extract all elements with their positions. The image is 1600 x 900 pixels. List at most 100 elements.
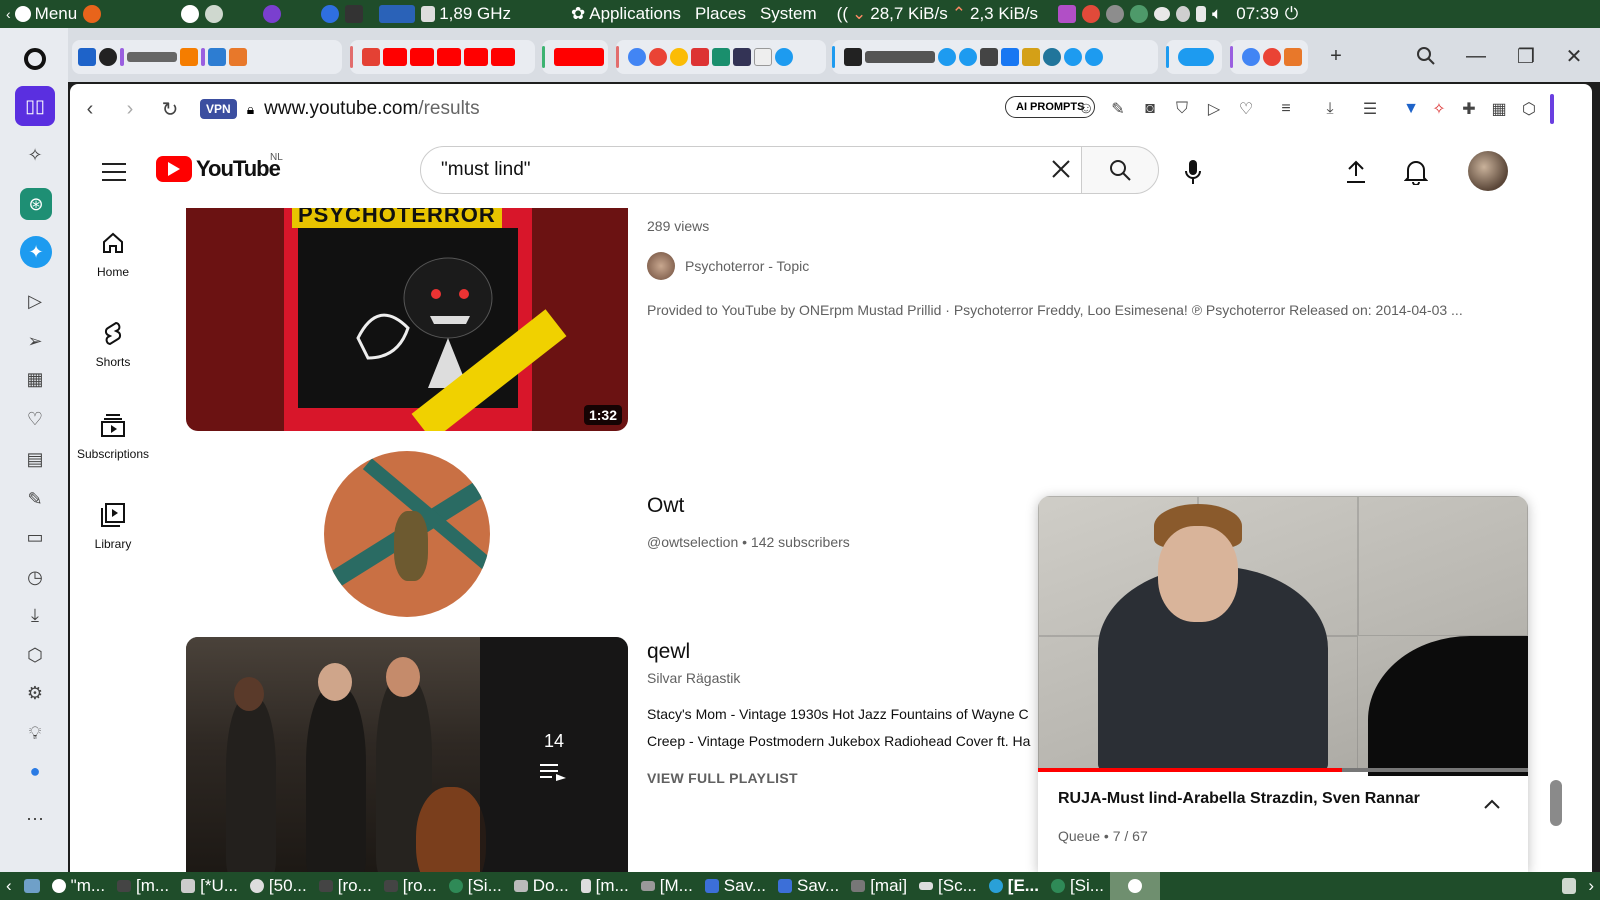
ai-aria-icon[interactable]: ✧ <box>20 140 50 170</box>
vpn-badge[interactable]: VPN <box>200 99 237 119</box>
guide-library[interactable]: Library <box>70 502 156 551</box>
system-menu[interactable]: System <box>760 4 817 24</box>
workspaces-icon[interactable]: ▯▯ <box>15 86 55 126</box>
browser-tab-group-1[interactable] <box>72 40 342 74</box>
browser-tab-group-youtube[interactable] <box>350 40 535 74</box>
places-menu[interactable]: Places <box>695 4 746 24</box>
close-window-button[interactable]: ✕ <box>1558 40 1590 72</box>
taskbar-active-opera[interactable] <box>1109 872 1160 900</box>
forward-button[interactable]: › <box>110 89 150 129</box>
guide-home[interactable]: Home <box>70 230 156 279</box>
wifi-icon[interactable] <box>1154 7 1171 21</box>
extensions-cube-icon[interactable]: ⬡ <box>20 640 50 670</box>
opera-logo-icon[interactable] <box>20 44 50 74</box>
emoji-icon[interactable]: ☺ <box>1075 98 1097 120</box>
bell-icon[interactable] <box>1176 6 1191 22</box>
podcast-icon[interactable] <box>263 5 282 23</box>
easy-setup-icon[interactable]: ☰ <box>1359 98 1381 120</box>
player-icon[interactable]: ▷ <box>20 286 50 316</box>
menu-button[interactable]: ‹ Menu <box>6 4 77 24</box>
heart-icon[interactable]: ♡ <box>1235 98 1257 120</box>
accessibility-icon[interactable] <box>181 5 200 23</box>
send-icon[interactable]: ➢ <box>20 326 50 356</box>
taskbar-item[interactable]: "m... <box>46 872 111 900</box>
vivaldi-ext-icon[interactable]: ▼ <box>1400 98 1422 120</box>
url-field[interactable]: www.youtube.com/results <box>264 98 479 120</box>
terminal-icon[interactable] <box>345 5 364 23</box>
taskbar-item[interactable]: [M... <box>635 872 699 900</box>
twitter-sidebar-icon[interactable]: ✦ <box>20 236 52 268</box>
downloads-icon[interactable]: ⤓ <box>20 600 50 630</box>
youtube-logo[interactable]: YouTube <box>156 156 281 182</box>
account-avatar[interactable] <box>1468 151 1508 191</box>
tips-bulb-icon[interactable]: 💡︎ <box>20 718 50 748</box>
guide-subscriptions[interactable]: Subscriptions <box>70 412 156 461</box>
miniplayer-video[interactable] <box>1038 496 1528 776</box>
tray-app-icon[interactable] <box>1106 5 1125 23</box>
taskbar-scroll-right[interactable]: › <box>1582 872 1600 900</box>
minimize-button[interactable]: — <box>1460 40 1492 72</box>
cube-ext-icon[interactable]: ⬡ <box>1518 98 1540 120</box>
playlist-icon[interactable]: ≡ <box>1275 98 1297 120</box>
reload-button[interactable]: ↻ <box>150 89 190 129</box>
download-icon[interactable]: ⤓ <box>1319 98 1341 120</box>
taskbar-item[interactable]: [50... <box>244 872 313 900</box>
applications-menu[interactable]: ✿ Applications <box>571 4 681 24</box>
browser-tab-group-misc[interactable] <box>832 40 1158 74</box>
taskbar-item[interactable]: [m... <box>111 872 175 900</box>
tab-search-button[interactable] <box>1410 40 1442 72</box>
miniplayer-title[interactable]: RUJA-Must lind-Arabella Strazdin, Sven R… <box>1058 790 1420 808</box>
opera-launcher-icon[interactable] <box>321 5 340 23</box>
puzzle-icon[interactable]: ✚ <box>1458 98 1480 120</box>
firefox-launcher-icon[interactable] <box>83 5 102 23</box>
heart-icon[interactable]: ♡ <box>20 404 50 434</box>
edit-icon[interactable]: ✎ <box>1107 98 1129 120</box>
taskbar-item[interactable]: [E... <box>983 872 1045 900</box>
back-button[interactable]: ‹ <box>70 89 110 129</box>
chat-bubble-icon[interactable]: ● <box>20 756 50 786</box>
browser-tab-group-search[interactable] <box>616 40 826 74</box>
volume-icon[interactable]: 🔈︎ <box>1212 4 1222 24</box>
miniplayer-progress[interactable] <box>1038 768 1528 772</box>
media-indicator-icon[interactable] <box>1058 5 1077 23</box>
channel-link[interactable]: Psychoterror - Topic <box>647 252 809 280</box>
pin-board-icon[interactable]: ✎ <box>20 484 50 514</box>
taskbar-scroll-left[interactable]: ‹ <box>0 872 18 900</box>
shield-icon[interactable]: ⛉ <box>1171 98 1193 120</box>
taskbar-item[interactable]: [ro... <box>378 872 443 900</box>
playlist-item[interactable]: Stacy's Mom - Vintage 1930s Hot Jazz Fou… <box>647 706 1029 722</box>
clear-search-button[interactable] <box>1041 155 1081 186</box>
channel-thumbnail[interactable] <box>324 451 490 617</box>
search-button[interactable] <box>1081 146 1159 194</box>
restore-button[interactable]: ❐ <box>1510 40 1542 72</box>
playlist-thumbnail[interactable]: 14 <box>186 637 628 872</box>
power-icon[interactable]: ⏻ <box>1285 4 1298 24</box>
taskbar-item[interactable]: [m... <box>575 872 635 900</box>
browser-tab-group-youtube-2[interactable] <box>542 40 608 74</box>
taskbar-item[interactable]: Sav... <box>772 872 845 900</box>
taskbar-item[interactable]: [ro... <box>313 872 378 900</box>
notifications-button[interactable] <box>1398 154 1434 190</box>
clock[interactable]: 07:39 <box>1236 4 1279 24</box>
search-input[interactable]: "must lind" <box>420 146 1082 194</box>
notification-badge-icon[interactable] <box>1082 5 1101 23</box>
view-full-playlist-link[interactable]: VIEW FULL PLAYLIST <box>647 770 798 786</box>
browser-tab-twitter[interactable] <box>1166 40 1222 74</box>
settings-icon[interactable]: ⚙ <box>20 678 50 708</box>
playlist-item[interactable]: Creep - Vintage Postmodern Jukebox Radio… <box>647 733 1030 749</box>
send-icon[interactable]: ▷ <box>1203 98 1225 120</box>
taskbar-item[interactable]: [Si... <box>443 872 508 900</box>
tabs-icon[interactable]: ▭ <box>20 522 50 552</box>
taskbar-item[interactable]: [Sc... <box>913 872 983 900</box>
browser-tab-group-google[interactable] <box>1230 40 1308 74</box>
playlist-owner[interactable]: Silvar Rägastik <box>647 670 740 686</box>
history-icon[interactable]: ◷ <box>20 562 50 592</box>
playlist-title[interactable]: qewl <box>647 640 690 664</box>
new-tab-button[interactable]: + <box>1320 40 1352 72</box>
camera-icon[interactable]: ◙ <box>1139 98 1161 120</box>
expand-queue-button[interactable] <box>1480 792 1504 816</box>
page-scrollbar[interactable] <box>1550 780 1562 826</box>
video-thumbnail[interactable]: PSYCHOTERROR 1:32 <box>186 208 628 431</box>
calendar-ext-icon[interactable]: ▦ <box>1488 98 1510 120</box>
taskbar-item[interactable]: [*U... <box>175 872 244 900</box>
